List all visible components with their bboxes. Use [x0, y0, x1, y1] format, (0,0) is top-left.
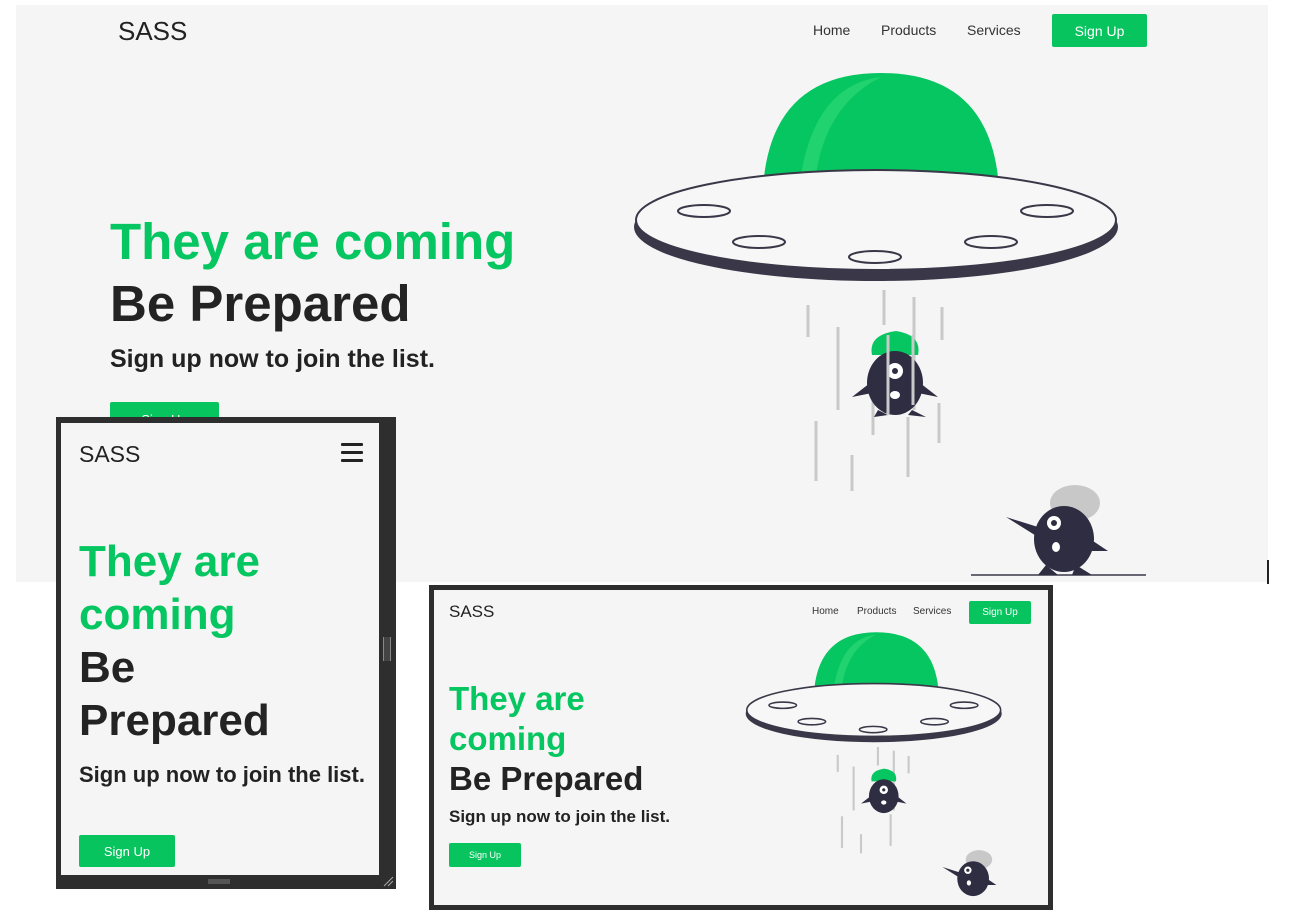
nav-services-link[interactable]: Services: [967, 22, 1021, 38]
headline-dark-line-2: Prepared: [79, 696, 270, 745]
headline-dark: Be Prepared: [449, 760, 644, 797]
nav-home-link[interactable]: Home: [813, 22, 850, 38]
headline-dark: Be Prepared: [110, 275, 411, 332]
hero-headline: They are coming Be Prepared: [110, 211, 515, 335]
tablet-screen: SASS Home Products Services Sign Up They…: [434, 590, 1048, 905]
headline-green-line-1: They are: [449, 680, 585, 717]
hero-headline: They are coming Be Prepared: [79, 535, 270, 747]
logo[interactable]: SASS: [449, 602, 494, 622]
nav-products-link[interactable]: Products: [881, 22, 936, 38]
logo[interactable]: SASS: [79, 441, 140, 468]
nav-signup-button[interactable]: Sign Up: [1052, 14, 1147, 47]
mobile-screen: SASS They are coming Be Prepared Sign up…: [61, 423, 379, 875]
hamburger-menu-icon[interactable]: [341, 443, 363, 462]
hero-subtitle: Sign up now to join the list.: [449, 807, 670, 826]
mobile-preview-window: SASS They are coming Be Prepared Sign up…: [56, 417, 396, 889]
tablet-preview-window: SASS Home Products Services Sign Up They…: [429, 585, 1053, 910]
hero-signup-button[interactable]: Sign Up: [449, 843, 521, 867]
nav-signup-button[interactable]: Sign Up: [969, 601, 1031, 624]
headline-green: They are coming: [110, 213, 516, 270]
nav-home-link[interactable]: Home: [812, 606, 839, 617]
horizontal-scrollbar[interactable]: [208, 879, 230, 884]
headline-dark-line-1: Be: [79, 643, 136, 692]
ufo-illustration: [634, 73, 1146, 576]
ufo-illustration: [745, 632, 1002, 897]
resize-handle[interactable]: [383, 637, 391, 661]
headline-green-line-2: coming: [79, 590, 236, 639]
headline-green-line-2: coming: [449, 720, 567, 757]
logo[interactable]: SASS: [118, 16, 187, 47]
headline-green-line-1: They are: [79, 537, 260, 586]
nav-services-link[interactable]: Services: [913, 606, 951, 617]
hero-headline: They are coming Be Prepared: [449, 679, 643, 799]
hero-signup-button[interactable]: Sign Up: [79, 835, 175, 867]
hero-subtitle: Sign up now to join the list.: [110, 345, 435, 373]
nav-products-link[interactable]: Products: [857, 606, 896, 617]
hero-subtitle: Sign up now to join the list.: [79, 762, 365, 787]
resize-grip-icon[interactable]: [382, 875, 394, 887]
text-cursor: [1267, 560, 1269, 584]
